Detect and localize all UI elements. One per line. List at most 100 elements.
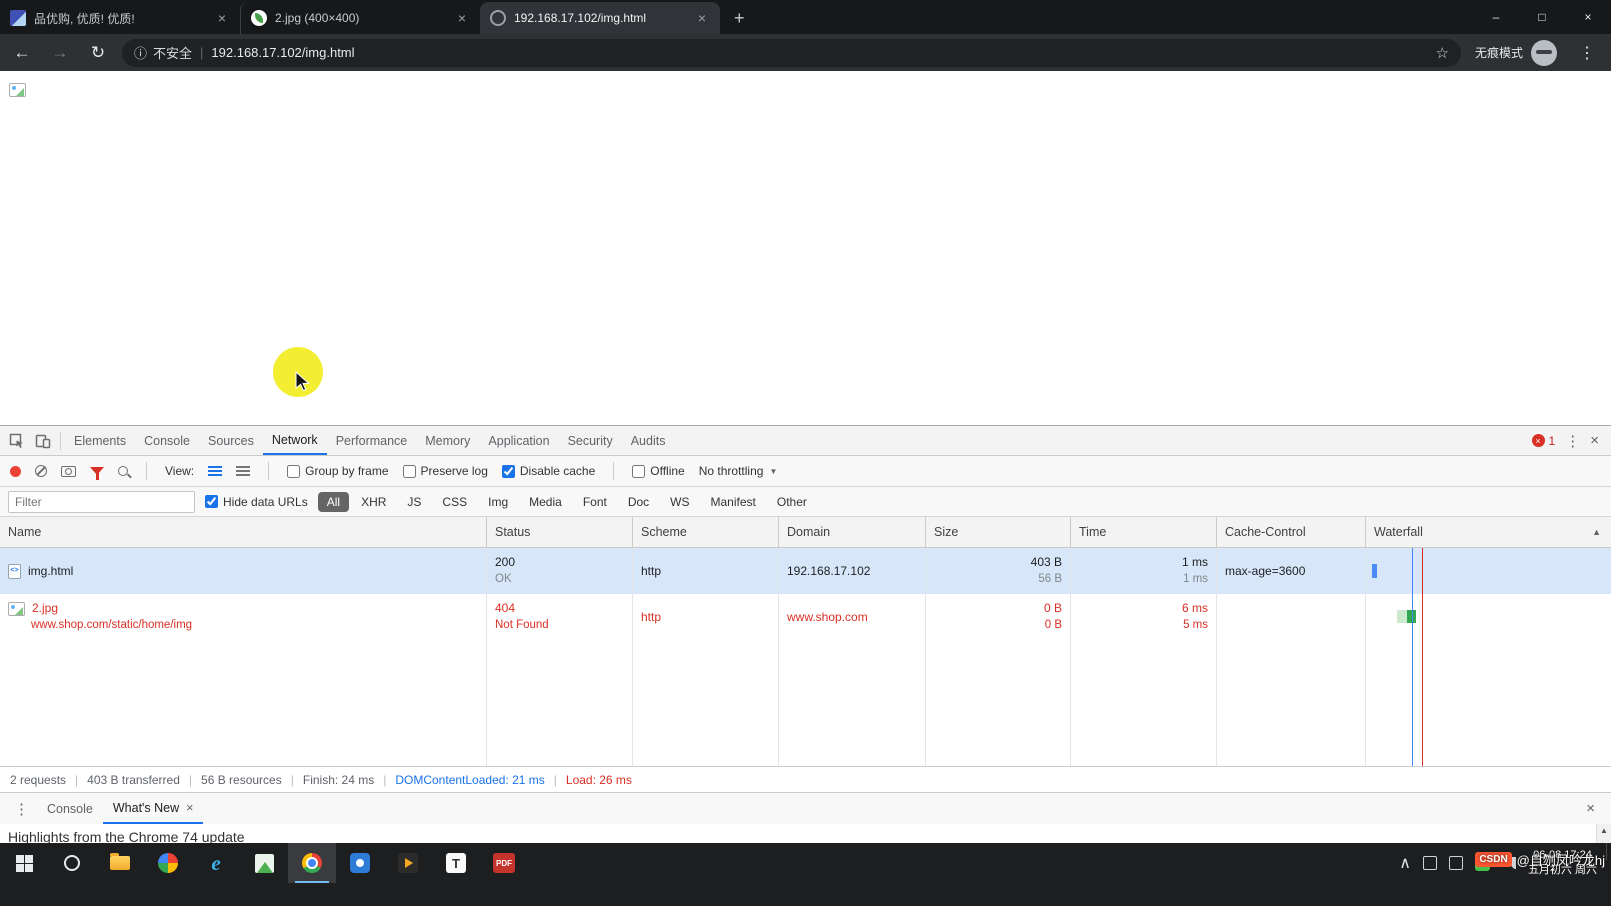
- tab-img-html[interactable]: 192.168.17.102/img.html ×: [480, 2, 720, 34]
- security-indicator[interactable]: ⓘ 不安全: [134, 43, 192, 62]
- drawer-tab-console[interactable]: Console: [37, 793, 103, 824]
- page-viewport: [0, 71, 1611, 425]
- tab-application[interactable]: Application: [479, 426, 558, 455]
- reload-button[interactable]: ↻: [84, 39, 112, 67]
- filter-pill-ws[interactable]: WS: [661, 492, 698, 512]
- request-name: img.html: [28, 564, 73, 579]
- filter-pill-js[interactable]: JS: [398, 492, 430, 512]
- column-header-time[interactable]: Time: [1071, 517, 1217, 547]
- disable-cache-input[interactable]: [502, 465, 515, 478]
- drawer-tab-whats-new[interactable]: What's New ×: [103, 793, 204, 824]
- devtools-tab-bar: Elements Console Sources Network Perform…: [0, 426, 1611, 456]
- throttling-select[interactable]: No throttling ▼: [699, 464, 778, 478]
- request-row-2jpg[interactable]: 2.jpg www.shop.com/static/home/img 404 N…: [0, 594, 1611, 640]
- filter-pill-font[interactable]: Font: [574, 492, 616, 512]
- search-icon[interactable]: [118, 466, 128, 476]
- browser-menu-button[interactable]: ⋮: [1571, 43, 1603, 63]
- tab-performance[interactable]: Performance: [327, 426, 417, 455]
- filter-pill-xhr[interactable]: XHR: [352, 492, 395, 512]
- typora-button[interactable]: T: [432, 843, 480, 883]
- screenshot-capture-icon[interactable]: [61, 466, 76, 477]
- clear-icon[interactable]: [35, 465, 47, 477]
- request-row-img-html[interactable]: img.html 200 OK http 192.168.17.102 403 …: [0, 548, 1611, 594]
- offline-checkbox[interactable]: Offline: [632, 464, 684, 478]
- forward-button[interactable]: →: [46, 39, 74, 67]
- drawer-menu-button[interactable]: ⋮: [6, 800, 37, 818]
- group-by-frame-input[interactable]: [287, 465, 300, 478]
- drawer-scrollbar[interactable]: ▲: [1596, 824, 1611, 843]
- column-header-scheme[interactable]: Scheme: [633, 517, 779, 547]
- transferred-size: 403 B transferred: [87, 773, 180, 787]
- offline-input[interactable]: [632, 465, 645, 478]
- filter-pill-manifest[interactable]: Manifest: [702, 492, 765, 512]
- load-time: Load: 26 ms: [566, 773, 632, 787]
- overview-icon[interactable]: [236, 466, 250, 476]
- close-button[interactable]: ×: [1565, 0, 1611, 34]
- devtools-close-button[interactable]: ×: [1590, 432, 1599, 449]
- filter-icon[interactable]: [90, 467, 104, 475]
- disable-cache-checkbox[interactable]: Disable cache: [502, 464, 595, 478]
- chrome-button[interactable]: [288, 843, 336, 883]
- filter-pill-all[interactable]: All: [318, 492, 349, 512]
- new-tab-button[interactable]: +: [720, 2, 759, 34]
- search-button[interactable]: [48, 843, 96, 883]
- filter-pill-media[interactable]: Media: [520, 492, 571, 512]
- tab-console[interactable]: Console: [135, 426, 199, 455]
- app-colorwheel-button[interactable]: [144, 843, 192, 883]
- tab-close-icon[interactable]: ×: [214, 10, 230, 26]
- tab-network[interactable]: Network: [263, 426, 327, 455]
- hide-data-urls-checkbox[interactable]: Hide data URLs: [205, 495, 308, 509]
- tab-security[interactable]: Security: [559, 426, 622, 455]
- bookmark-star-icon[interactable]: ☆: [1436, 44, 1449, 62]
- minimize-button[interactable]: –: [1473, 0, 1519, 34]
- tray-icon-app[interactable]: [1423, 856, 1437, 870]
- photos-app-button[interactable]: [240, 843, 288, 883]
- address-bar[interactable]: ⓘ 不安全 | 192.168.17.102/img.html ☆: [122, 39, 1461, 67]
- tab-elements[interactable]: Elements: [65, 426, 135, 455]
- filter-pill-doc[interactable]: Doc: [619, 492, 658, 512]
- record-network-log-icon[interactable]: [10, 466, 21, 477]
- tab-sources[interactable]: Sources: [199, 426, 263, 455]
- hide-data-urls-input[interactable]: [205, 495, 218, 508]
- drawer-tab-bar: ⋮ Console What's New × ×: [0, 792, 1611, 824]
- back-button[interactable]: ←: [8, 39, 36, 67]
- tab-audits[interactable]: Audits: [622, 426, 675, 455]
- tab-close-icon[interactable]: ×: [694, 10, 710, 26]
- tray-icon-message[interactable]: [1449, 856, 1463, 870]
- filter-pill-other[interactable]: Other: [768, 492, 816, 512]
- device-toolbar-icon[interactable]: [30, 428, 56, 454]
- column-header-domain[interactable]: Domain: [779, 517, 926, 547]
- preserve-log-input[interactable]: [403, 465, 416, 478]
- tray-chevron-icon[interactable]: ∧: [1399, 853, 1411, 873]
- filter-input[interactable]: [8, 491, 195, 513]
- drawer-close-button[interactable]: ×: [1576, 800, 1605, 817]
- pdf-app-button[interactable]: PDF: [480, 843, 528, 883]
- tab-pinyougou[interactable]: 品优购, 优质! 优质! ×: [0, 2, 240, 34]
- tab-2jpg[interactable]: 2.jpg (400×400) ×: [240, 2, 480, 34]
- devtools-menu-button[interactable]: ⋮: [1565, 432, 1580, 450]
- internet-explorer-button[interactable]: e: [192, 843, 240, 883]
- preserve-log-checkbox[interactable]: Preserve log: [403, 464, 488, 478]
- error-count-badge[interactable]: × 1: [1532, 434, 1556, 448]
- inspect-element-icon[interactable]: [4, 428, 30, 454]
- filter-pill-img[interactable]: Img: [479, 492, 517, 512]
- column-header-size[interactable]: Size: [926, 517, 1071, 547]
- show-desktop-button[interactable]: [1606, 843, 1611, 860]
- tab-memory[interactable]: Memory: [416, 426, 479, 455]
- start-button[interactable]: [0, 843, 48, 883]
- column-header-cache-control[interactable]: Cache-Control: [1217, 517, 1366, 547]
- whats-new-panel: Highlights from the Chrome 74 update ▲: [0, 824, 1611, 843]
- tab-close-icon[interactable]: ×: [454, 10, 470, 26]
- media-player-button[interactable]: [384, 843, 432, 883]
- group-by-frame-checkbox[interactable]: Group by frame: [287, 464, 388, 478]
- column-header-status[interactable]: Status: [487, 517, 633, 547]
- use-large-rows-icon[interactable]: [208, 466, 222, 476]
- column-header-waterfall[interactable]: Waterfall ▲: [1366, 517, 1611, 547]
- filter-pill-css[interactable]: CSS: [433, 492, 476, 512]
- drawer-tab-close-icon[interactable]: ×: [186, 801, 193, 815]
- network-table-header: Name Status Scheme Domain Size Time Cach…: [0, 517, 1611, 548]
- file-explorer-button[interactable]: [96, 843, 144, 883]
- column-header-name[interactable]: Name: [0, 517, 487, 547]
- maximize-button[interactable]: □: [1519, 0, 1565, 34]
- blue-app-button[interactable]: [336, 843, 384, 883]
